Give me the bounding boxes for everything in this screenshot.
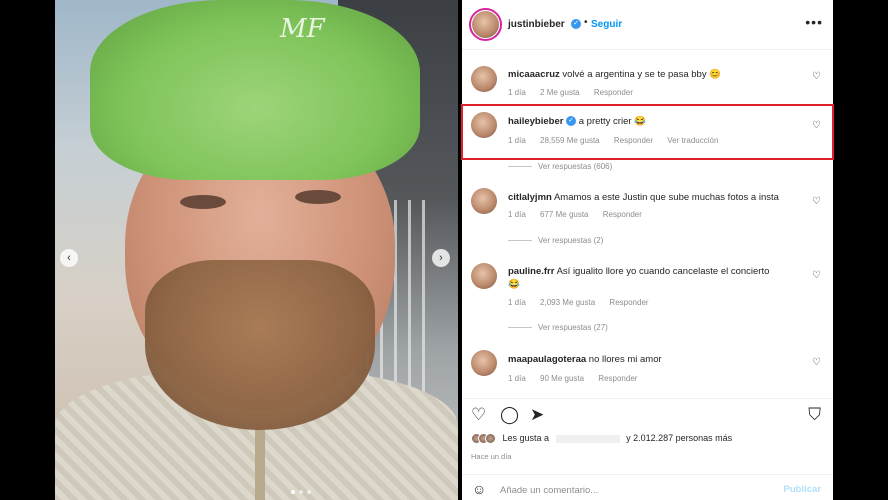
likes-prefix: Les gusta a bbox=[502, 433, 550, 443]
emoji-icon[interactable]: ☺ bbox=[472, 481, 486, 497]
screenshot-frame: MF ‹ › justinbieber ✓ • Seguir ••• micaa… bbox=[0, 0, 888, 500]
view-replies-button[interactable]: Ver respuestas (2) bbox=[508, 236, 603, 245]
comment-likes[interactable]: 677 Me gusta bbox=[540, 210, 588, 219]
comment-time: 1 día bbox=[508, 374, 526, 383]
reply-button[interactable]: Responder bbox=[603, 210, 642, 219]
heart-icon[interactable]: ♡ bbox=[812, 270, 821, 281]
liker-avatar bbox=[485, 433, 496, 445]
view-replies-button[interactable]: Ver respuestas (27) bbox=[508, 323, 608, 332]
reply-button[interactable]: Responder bbox=[598, 374, 637, 383]
photo-left-eye bbox=[180, 195, 226, 209]
comment-text: pauline.frr Así igualito llore yo cuando… bbox=[508, 266, 769, 277]
replies-line bbox=[508, 327, 532, 329]
photo-zipper bbox=[255, 430, 265, 500]
carousel-next-icon[interactable]: › bbox=[432, 249, 450, 267]
view-replies-label: Ver respuestas (27) bbox=[538, 323, 608, 332]
follow-button[interactable]: Seguir bbox=[591, 19, 622, 30]
heart-icon[interactable]: ♡ bbox=[812, 196, 821, 207]
carousel-dot bbox=[291, 490, 295, 494]
comment-meta: 1 día 2,093 Me gusta Responder bbox=[508, 298, 661, 307]
commenter-username[interactable]: citlalyjmn bbox=[508, 192, 552, 203]
publish-button[interactable]: Publicar bbox=[784, 484, 822, 495]
heart-icon[interactable]: ♡ bbox=[812, 357, 821, 368]
commenter-username[interactable]: pauline.frr bbox=[508, 266, 554, 277]
photo-green-hat: MF bbox=[90, 0, 420, 180]
comment-time: 1 día bbox=[508, 210, 526, 219]
carousel-dots bbox=[291, 490, 311, 494]
comment-likes[interactable]: 2,093 Me gusta bbox=[540, 298, 595, 307]
bookmark-icon[interactable]: ⛉ bbox=[808, 405, 821, 425]
comment-likes[interactable]: 90 Me gusta bbox=[540, 374, 584, 383]
red-highlight-box bbox=[461, 104, 834, 160]
post-photo[interactable]: MF ‹ › bbox=[55, 0, 458, 500]
commenter-username[interactable]: micaaacruz bbox=[508, 69, 560, 80]
comment-meta: 1 día 2 Me gusta Responder bbox=[508, 88, 645, 97]
likes-count: y 2.012.287 personas más bbox=[626, 433, 733, 443]
view-replies-label: Ver respuestas (606) bbox=[538, 162, 613, 171]
replies-line bbox=[508, 240, 532, 242]
comment-input[interactable] bbox=[500, 483, 770, 497]
comment-meta: 1 día 90 Me gusta Responder bbox=[508, 374, 649, 383]
commenter-username[interactable]: maapaulagoteraa bbox=[508, 354, 586, 365]
commenter-avatar[interactable] bbox=[471, 66, 497, 92]
carousel-dot bbox=[307, 490, 311, 494]
replies-line bbox=[508, 166, 532, 168]
comment-body: no llores mi amor bbox=[588, 354, 662, 365]
likes-summary[interactable]: Les gusta a y 2.012.287 personas más bbox=[471, 433, 733, 445]
heart-icon[interactable]: ♡ bbox=[812, 71, 821, 82]
reply-button[interactable]: Responder bbox=[609, 298, 648, 307]
blurred-liker-name bbox=[555, 434, 620, 443]
hat-logo: MF bbox=[280, 14, 325, 44]
commenter-avatar[interactable] bbox=[471, 350, 497, 376]
comment-likes[interactable]: 2 Me gusta bbox=[540, 88, 580, 97]
separator-dot: • bbox=[584, 17, 588, 28]
view-replies-label: Ver respuestas (2) bbox=[538, 236, 604, 245]
reply-button[interactable]: Responder bbox=[594, 88, 633, 97]
commenter-avatar[interactable] bbox=[471, 188, 497, 214]
carousel-prev-icon[interactable]: ‹ bbox=[60, 249, 78, 267]
comment-emoji-line: 😂 bbox=[508, 279, 520, 290]
post-actions-bar: ♡ ◯ ➤ ⛉ bbox=[462, 398, 833, 428]
post-header: justinbieber ✓ • Seguir ••• bbox=[462, 0, 833, 50]
comment-body: Así igualito llore yo cuando cancelaste … bbox=[556, 266, 770, 277]
photo-beard bbox=[145, 260, 375, 430]
comment-time: 1 día bbox=[508, 298, 526, 307]
comments-panel: justinbieber ✓ • Seguir ••• micaaacruz v… bbox=[462, 0, 833, 500]
comment-body: Amamos a este Justin que sube muchas fot… bbox=[553, 192, 779, 203]
author-username[interactable]: justinbieber bbox=[508, 19, 565, 30]
comment-text: maapaulagoteraa no llores mi amor bbox=[508, 354, 662, 365]
view-replies-button[interactable]: Ver respuestas (606) bbox=[508, 162, 612, 171]
like-heart-icon[interactable]: ♡ bbox=[471, 405, 486, 425]
comment-text: citlalyjmn Amamos a este Justin que sube… bbox=[508, 192, 779, 203]
author-avatar[interactable] bbox=[472, 11, 499, 38]
commenter-avatar[interactable] bbox=[471, 263, 497, 289]
verified-icon: ✓ bbox=[571, 19, 581, 29]
comment-body: volvé a argentina y se te pasa bby 😊 bbox=[562, 69, 722, 80]
comment-meta: 1 día 677 Me gusta Responder bbox=[508, 210, 654, 219]
share-send-icon[interactable]: ➤ bbox=[530, 405, 544, 425]
photo-right-eye bbox=[295, 190, 341, 204]
more-horizontal-icon[interactable]: ••• bbox=[805, 14, 823, 30]
add-comment-bar: ☺ Publicar bbox=[462, 474, 833, 500]
carousel-dot bbox=[299, 490, 303, 494]
comment-text: micaaacruz volvé a argentina y se te pas… bbox=[508, 69, 721, 80]
post-timestamp: Hace un día bbox=[471, 452, 512, 461]
comment-time: 1 día bbox=[508, 88, 526, 97]
comment-bubble-icon[interactable]: ◯ bbox=[500, 405, 519, 425]
